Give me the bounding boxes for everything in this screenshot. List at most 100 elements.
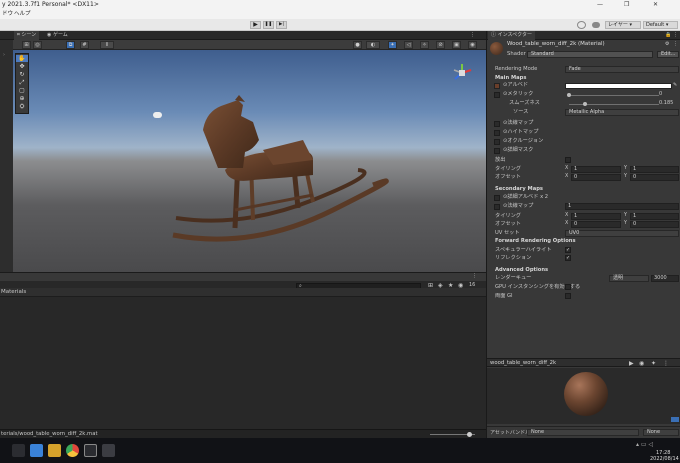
specular-checkbox[interactable]: ✓ — [565, 247, 571, 253]
transform-icon[interactable]: ⊕ — [16, 95, 28, 102]
tiling-x-field[interactable]: 1 — [571, 166, 621, 173]
chrome-app-icon[interactable] — [66, 444, 79, 457]
albedo-texture-slot[interactable] — [494, 83, 500, 89]
render-queue-dropdown[interactable]: 透明 — [609, 275, 649, 282]
metallic-slider-thumb[interactable] — [567, 93, 571, 97]
sec-offset-y-field[interactable]: 0 — [630, 221, 679, 228]
fx-icon[interactable]: ✧ — [420, 41, 429, 49]
scale-icon[interactable]: ⤢ — [16, 79, 28, 86]
axis-gizmo[interactable] — [451, 61, 473, 85]
step-button[interactable]: ▶| — [276, 21, 287, 29]
gizmos-icon[interactable]: ◉ — [468, 41, 477, 49]
normal-map-slot[interactable] — [494, 121, 500, 127]
collapse-icon[interactable]: › — [3, 52, 5, 58]
preview-play-icon[interactable]: ▶ — [629, 360, 634, 367]
preview-light-icon[interactable]: ✦ — [651, 360, 656, 367]
rect-icon[interactable]: ▢ — [16, 87, 28, 94]
height-map-slot[interactable] — [494, 130, 500, 136]
occlusion-slot[interactable] — [494, 139, 500, 145]
sec-tiling-x-field[interactable]: 1 — [571, 213, 621, 220]
snap-icon[interactable]: ⦀ — [100, 41, 114, 49]
gpu-instancing-checkbox[interactable] — [565, 284, 571, 290]
settings-icon[interactable]: ⚙ — [665, 41, 669, 47]
play-button[interactable]: ▶ — [250, 21, 261, 29]
rotate-icon[interactable]: ↻ — [16, 71, 28, 78]
source-dropdown[interactable]: Metallic Alpha — [565, 109, 679, 116]
tab-scene[interactable]: ⌗ シーン — [14, 31, 40, 40]
light-icon[interactable]: ✦ — [388, 41, 397, 49]
start-icon[interactable] — [12, 444, 25, 457]
shader-dropdown[interactable]: Standard — [527, 51, 653, 58]
panel-menu-icon[interactable]: ⋮ — [673, 32, 678, 38]
source-label: ソース — [513, 109, 529, 115]
preview-settings-icon[interactable]: ⋮ — [663, 360, 669, 367]
minimize-button[interactable]: — — [597, 0, 603, 10]
smoothness-label: スムーズネス — [509, 100, 540, 106]
mail-app-icon[interactable] — [30, 444, 43, 457]
panel-menu-icon[interactable]: ⋮ — [472, 273, 477, 279]
detail-normal-scale-field[interactable]: 1 — [565, 203, 679, 210]
grid-icon[interactable]: # — [80, 41, 89, 49]
menu-item-window[interactable]: ドウ — [2, 10, 13, 19]
sec-offset-x-field[interactable]: 0 — [571, 221, 621, 228]
panel-menu-icon[interactable]: ⋮ — [470, 32, 475, 38]
cloud-icon[interactable] — [592, 22, 600, 28]
shading-icon[interactable]: ◐ — [366, 41, 380, 49]
layout-dropdown[interactable]: Default ▾ — [643, 21, 678, 29]
rendering-mode-dropdown[interactable]: Fade — [565, 66, 679, 73]
double-sided-gi-checkbox[interactable] — [565, 293, 571, 299]
detail-mask-slot[interactable] — [494, 148, 500, 154]
tray-icons[interactable]: ▴ ▭ ◁ — [636, 441, 653, 448]
smoothness-value[interactable]: 0.185 — [659, 100, 673, 106]
more-icon[interactable]: ⋮ — [673, 41, 678, 47]
layers-dropdown[interactable]: レイヤー ▾ — [605, 21, 641, 29]
icon-size-slider-thumb[interactable] — [467, 432, 472, 437]
tab-inspector[interactable]: ⓘ インスペクター — [488, 31, 535, 40]
detail-normal-slot[interactable] — [494, 204, 500, 210]
tiling-y-field[interactable]: 1 — [630, 166, 679, 173]
eyedropper-icon[interactable]: ✎ — [673, 82, 677, 88]
emission-checkbox[interactable] — [565, 157, 571, 163]
history-icon[interactable] — [577, 21, 586, 29]
custom-tool-icon[interactable]: ⛭ — [16, 103, 28, 110]
hand-icon[interactable]: ✋ — [16, 55, 28, 62]
sec-tiling-y-field[interactable]: 1 — [630, 213, 679, 220]
light-gizmo-icon[interactable] — [153, 112, 162, 118]
edit-shader-button[interactable]: Edit... — [657, 51, 679, 58]
offset-x-field[interactable]: 0 — [571, 174, 621, 181]
uv-set-dropdown[interactable]: UV0 — [565, 230, 679, 237]
asset-bundle-variant-dropdown[interactable]: None — [643, 429, 679, 436]
hand-tool-icon[interactable]: ⊞ — [22, 41, 31, 49]
draw-mode-icon[interactable]: ● — [353, 41, 362, 49]
move-icon[interactable]: ✥ — [16, 63, 28, 70]
asset-bundle-dropdown[interactable]: None — [527, 429, 639, 436]
camera-icon[interactable]: ▣ — [452, 41, 461, 49]
smoothness-slider-thumb[interactable] — [583, 102, 587, 106]
maximize-button[interactable]: ❐ — [624, 0, 629, 10]
render-queue-field[interactable]: 3000 — [651, 275, 679, 282]
metallic-texture-slot[interactable] — [494, 92, 500, 98]
preview-mesh-icon[interactable]: ◉ — [639, 360, 644, 367]
hidden-objects-icon[interactable]: ⊘ — [436, 41, 445, 49]
metallic-value[interactable]: 0 — [659, 91, 662, 97]
metallic-slider[interactable] — [569, 95, 659, 96]
reflections-checkbox[interactable]: ✓ — [565, 255, 571, 261]
render-queue-label: レンダーキュー — [495, 275, 532, 281]
secondary-offset-label: オフセット — [495, 221, 521, 227]
scene-viewport[interactable] — [13, 50, 486, 272]
pivot-icon[interactable]: ⧉ — [66, 41, 75, 49]
audio-icon[interactable]: ◁ — [404, 41, 413, 49]
explorer-app-icon[interactable] — [48, 444, 61, 457]
unity-hub-icon[interactable] — [84, 444, 97, 457]
material-preview[interactable] — [487, 368, 680, 424]
unity-editor-icon[interactable] — [102, 444, 115, 457]
global-icon[interactable]: ◎ — [33, 41, 42, 49]
offset-y-field[interactable]: 0 — [630, 174, 679, 181]
tab-game[interactable]: ◉ ゲーム — [44, 31, 71, 40]
pause-button[interactable]: ❚❚ — [263, 21, 274, 29]
albedo-color-swatch[interactable] — [565, 83, 672, 89]
detail-albedo-slot[interactable] — [494, 195, 500, 201]
close-button[interactable]: ✕ — [653, 0, 658, 10]
menu-item-help[interactable]: ヘルプ — [14, 10, 31, 19]
lock-icon[interactable]: 🔒 — [665, 32, 671, 38]
